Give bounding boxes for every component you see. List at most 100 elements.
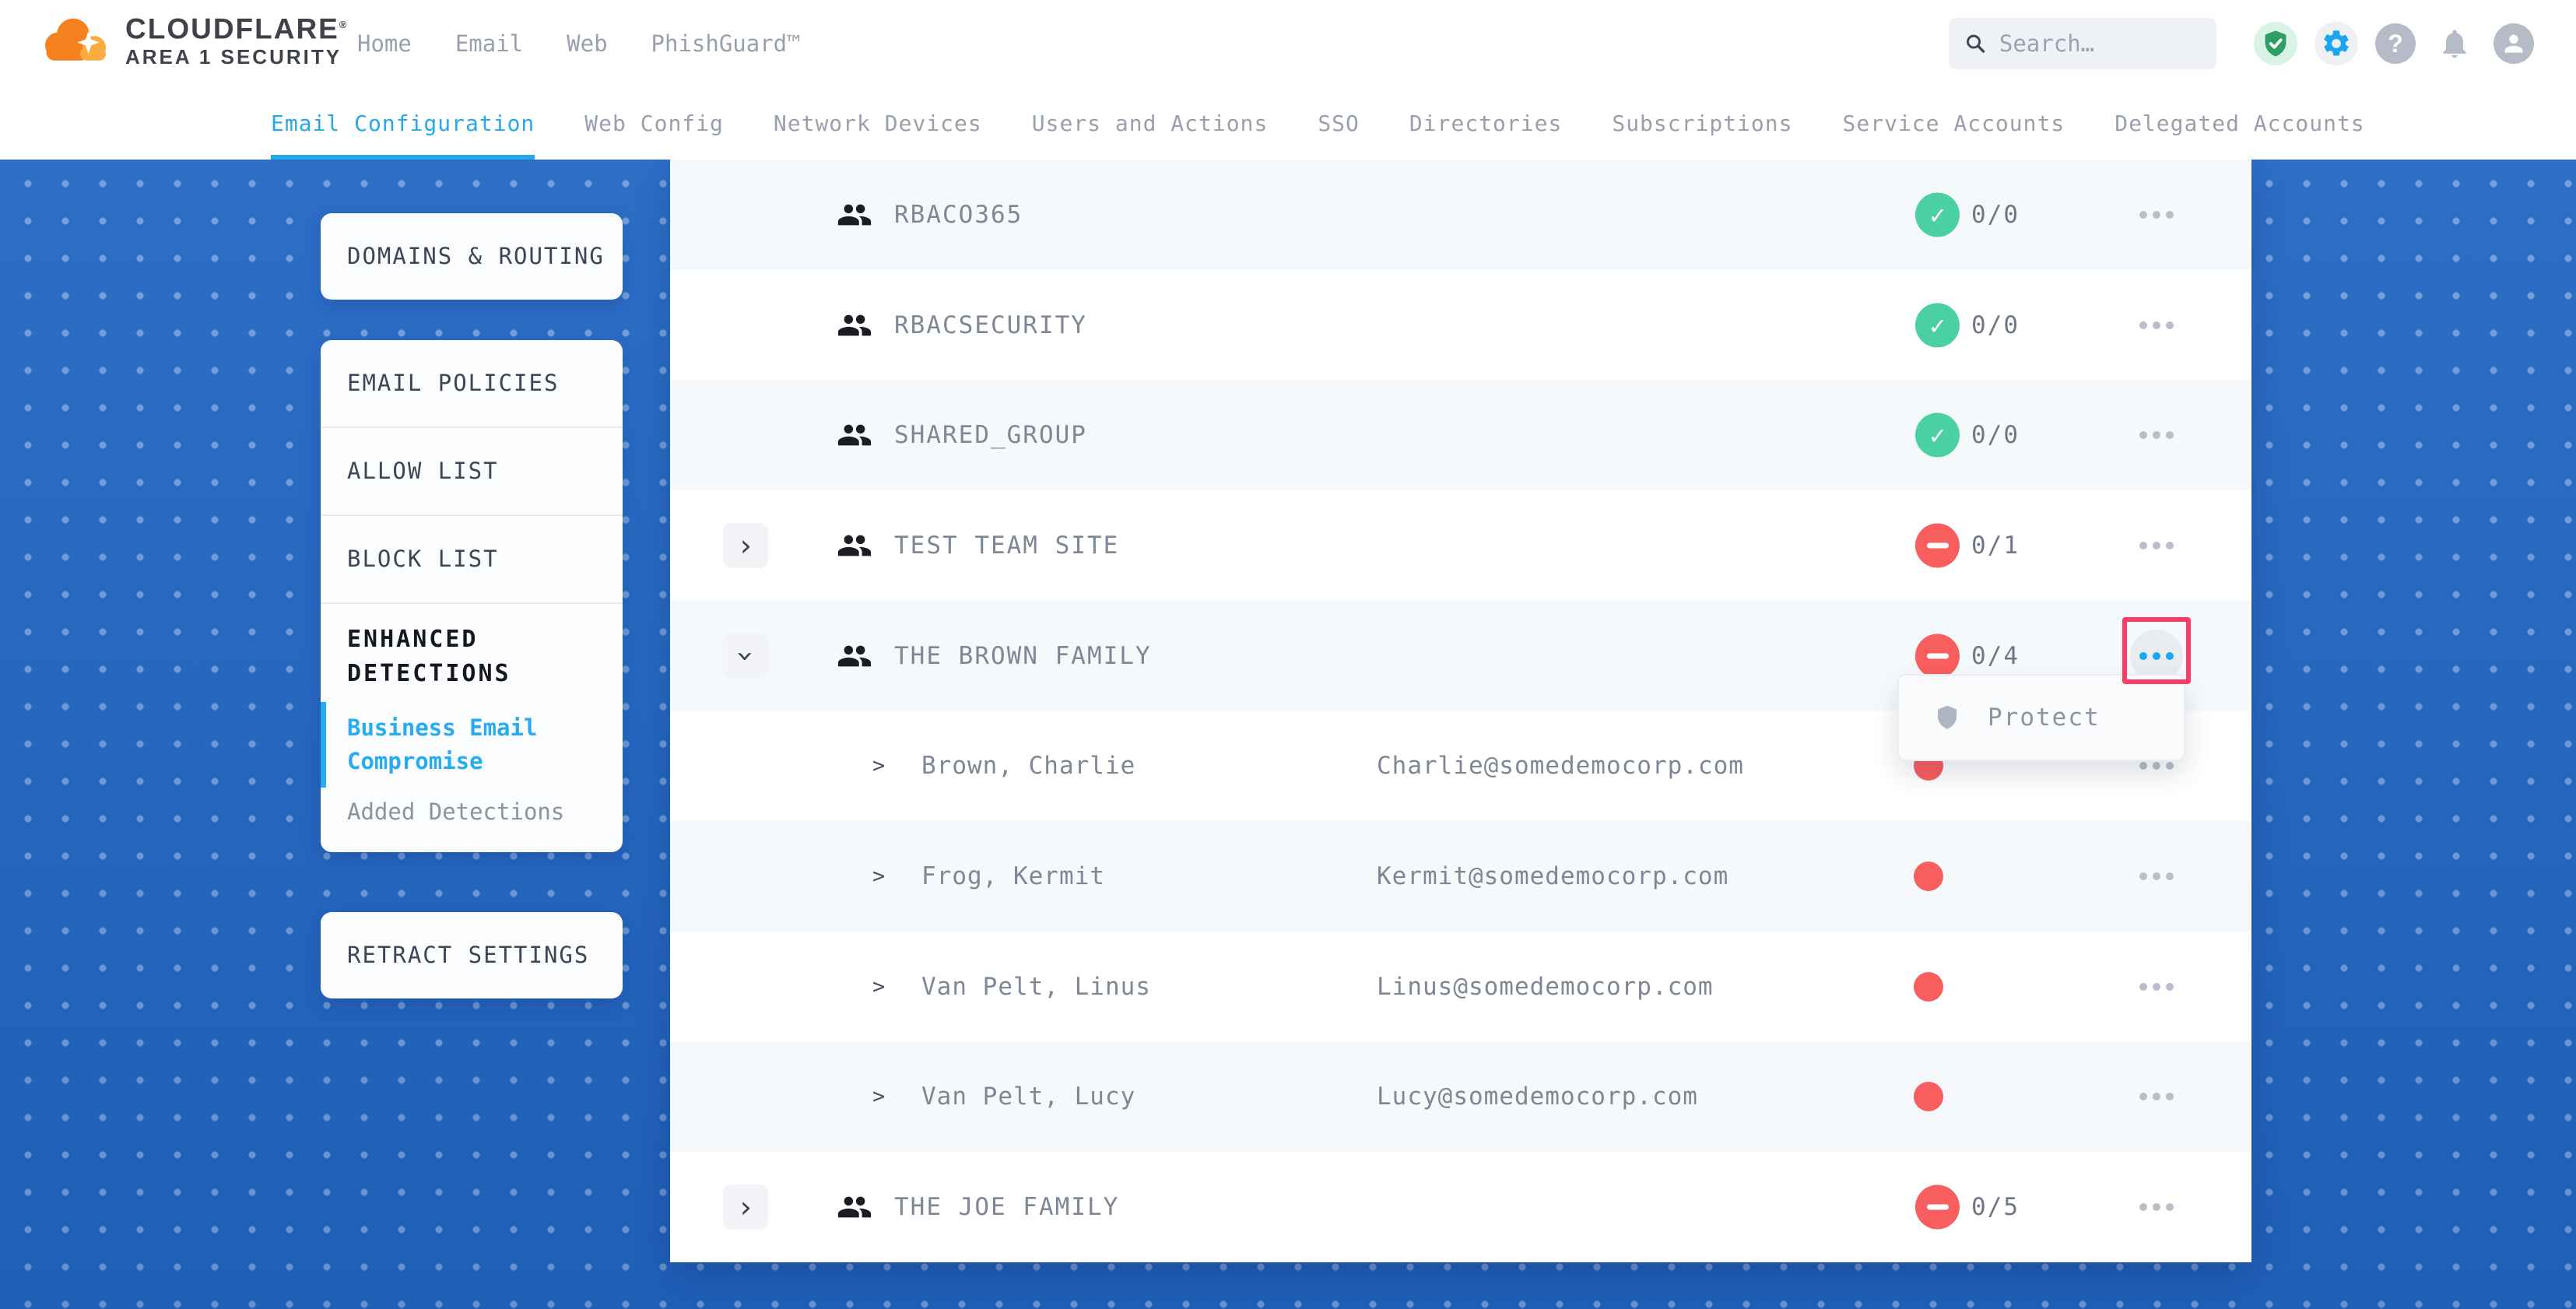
protection-count: 0/0 (1971, 201, 2020, 229)
status-protected-badge: ✓ (1915, 192, 1960, 237)
protection-count: 0/4 (1971, 642, 2020, 670)
member-chevron-icon[interactable]: > (872, 864, 885, 888)
group-name: THE BROWN FAMILY (894, 642, 1152, 670)
member-status-dot (1914, 862, 1943, 891)
status-unprotected-badge (1915, 523, 1960, 567)
cloudflare-cloud-icon (43, 13, 108, 65)
logo-subtitle: AREA 1 SECURITY (125, 45, 348, 68)
group-row: RBACO365 ✓ 0/0 (670, 160, 2251, 270)
app-header: CLOUDFLARE® AREA 1 SECURITY Home Email Web… (0, 0, 2576, 87)
search-icon (1964, 30, 1987, 57)
search-input[interactable] (1998, 30, 2207, 58)
secondary-nav: Email Configuration Web Config Network Dev… (0, 87, 2576, 160)
sidebar-card-2: EMAIL POLICIESALLOW LISTBLOCK LISTENHANC… (321, 340, 623, 852)
nav-item-phishguard[interactable]: PhishGuard™ (651, 30, 801, 57)
tab-users-and-actions[interactable]: Users and Actions (1032, 87, 1269, 160)
expand-button[interactable]: › (723, 1184, 768, 1230)
expand-button[interactable]: › (723, 523, 768, 568)
header-icons: ? (2254, 22, 2534, 65)
protection-count: 0/0 (1971, 311, 2020, 339)
row-menu-button[interactable] (2130, 850, 2183, 903)
tab-web-config[interactable]: Web Config (584, 87, 724, 160)
member-chevron-icon[interactable]: > (872, 974, 885, 998)
status-protected-badge: ✓ (1915, 413, 1960, 458)
notifications-bell-icon[interactable] (2433, 22, 2476, 65)
group-row: RBACSECURITY✓0/0 (670, 270, 2251, 381)
account-avatar-icon[interactable] (2494, 23, 2534, 64)
row-menu-button[interactable] (2130, 409, 2183, 461)
chevron-right-icon: › (737, 1192, 755, 1222)
member-row: > Frog, Kermit Kermit@somedemocorp.com (670, 821, 2251, 932)
sidebar-card-3: RETRACT SETTINGS (321, 912, 623, 998)
shield-icon (1933, 704, 1961, 732)
sidebar-item-added-detections[interactable]: Added Detections (321, 786, 623, 852)
protect-menu-item[interactable]: Protect (1988, 704, 2100, 732)
nav-item-email[interactable]: Email (455, 30, 523, 57)
row-menu-button[interactable] (2130, 1070, 2183, 1123)
tab-sso[interactable]: SSO (1318, 87, 1360, 160)
primary-nav: Home Email Web PhishGuard™ (357, 0, 801, 87)
sidebar-item-retract-settings[interactable]: RETRACT SETTINGS (321, 912, 623, 998)
member-name: Frog, Kermit (921, 862, 1105, 890)
minus-icon (1927, 653, 1949, 658)
group-people-icon (837, 1189, 872, 1225)
member-row: > Van Pelt, Lucy Lucy@somedemocorp.com (670, 1042, 2251, 1153)
tab-email-configuration[interactable]: Email Configuration (271, 87, 535, 160)
sidebar-item-domains-routing[interactable]: DOMAINS & ROUTING (321, 213, 623, 300)
member-name: Van Pelt, Linus (921, 973, 1151, 1001)
row-menu-button[interactable] (2130, 1181, 2183, 1234)
cloudflare-logo[interactable]: CLOUDFLARE® AREA 1 SECURITY (43, 9, 348, 68)
minus-icon (1927, 542, 1949, 548)
help-icon[interactable]: ? (2375, 23, 2416, 64)
settings-gear-icon[interactable] (2315, 22, 2358, 65)
member-email: Lucy@somedemocorp.com (1377, 1083, 1698, 1111)
group-people-icon (837, 638, 872, 674)
tab-delegated-accounts[interactable]: Delegated Accounts (2114, 87, 2364, 160)
row-menu-button[interactable] (2130, 960, 2183, 1013)
row-menu-button[interactable] (2130, 299, 2183, 352)
group-people-icon (837, 417, 872, 453)
check-icon: ✓ (1930, 312, 1946, 338)
status-unprotected-badge (1915, 633, 1960, 678)
tab-subscriptions[interactable]: Subscriptions (1612, 87, 1792, 160)
protection-count: 0/1 (1971, 532, 2020, 560)
status-protected-badge: ✓ (1915, 303, 1960, 347)
row-context-menu: Protect (1897, 674, 2185, 761)
screen: CLOUDFLARE® AREA 1 SECURITY Home Email Web… (0, 0, 2576, 1309)
sidebar-card-1: DOMAINS & ROUTING (321, 213, 623, 300)
tab-network-devices[interactable]: Network Devices (774, 87, 982, 160)
collapse-button[interactable]: › (723, 633, 768, 679)
row-menu-button[interactable] (2130, 519, 2183, 572)
member-name: Van Pelt, Lucy (921, 1083, 1135, 1111)
sidebar-item-allow-list[interactable]: ALLOW LIST (321, 428, 623, 514)
member-name: Brown, Charlie (921, 752, 1135, 780)
nav-item-home[interactable]: Home (357, 30, 412, 57)
check-icon: ✓ (1930, 202, 1946, 227)
sidebar-item-email-policies[interactable]: EMAIL POLICIES (321, 340, 623, 426)
tab-directories[interactable]: Directories (1409, 87, 1562, 160)
chevron-down-icon: › (731, 647, 760, 665)
row-menu-button[interactable] (2130, 188, 2183, 241)
member-row: >Van Pelt, LinusLinus@somedemocorp.com (670, 932, 2251, 1042)
sidebar-item-business-email-compromise[interactable]: Business Email Compromise (321, 704, 557, 786)
sidebar-item-enhanced-detections[interactable]: ENHANCED DETECTIONS (321, 604, 581, 704)
group-row: › TEST TEAM SITE 0/1 (670, 490, 2251, 601)
member-status-dot (1914, 972, 1943, 1002)
member-chevron-icon[interactable]: > (872, 1085, 885, 1109)
status-unprotected-badge (1915, 1185, 1960, 1230)
member-chevron-icon[interactable]: > (872, 754, 885, 778)
member-email: Kermit@somedemocorp.com (1377, 862, 1728, 890)
group-name: TEST TEAM SITE (894, 532, 1119, 560)
chevron-right-icon: › (737, 531, 755, 560)
check-icon: ✓ (1930, 423, 1946, 448)
group-people-icon (837, 528, 872, 563)
sidebar-item-block-list[interactable]: BLOCK LIST (321, 516, 623, 602)
logo-text: CLOUDFLARE® AREA 1 SECURITY (125, 9, 348, 68)
group-people-icon (837, 197, 872, 233)
group-name: RBACO365 (894, 201, 1023, 229)
tab-service-accounts[interactable]: Service Accounts (1843, 87, 2065, 160)
group-row: SHARED_GROUP✓0/0 (670, 380, 2251, 490)
shield-check-icon[interactable] (2254, 22, 2297, 65)
search-box[interactable] (1949, 18, 2216, 69)
nav-item-web[interactable]: Web (567, 30, 607, 57)
